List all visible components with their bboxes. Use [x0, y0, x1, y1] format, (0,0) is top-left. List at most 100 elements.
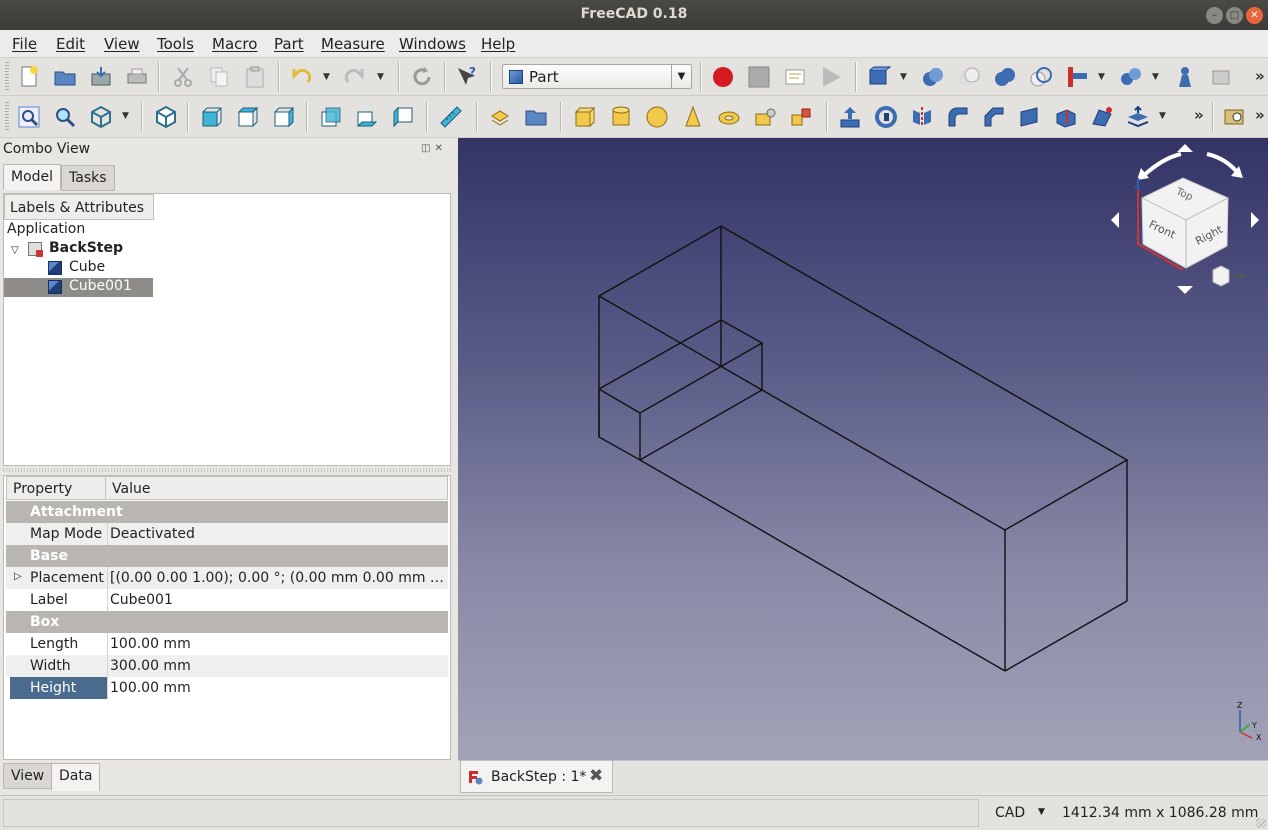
tree-item-cube[interactable]: Cube [48, 259, 158, 278]
new-document-icon[interactable] [16, 64, 42, 90]
view-isometric-icon[interactable] [153, 104, 179, 130]
part-primitives-icon[interactable] [866, 64, 892, 90]
sphere-icon[interactable] [644, 104, 670, 130]
paste-icon[interactable] [242, 64, 268, 90]
cut-icon[interactable] [170, 64, 196, 90]
panel-splitter[interactable] [3, 468, 451, 472]
value-column-header[interactable]: Value [105, 476, 448, 500]
redo-dropdown-icon[interactable]: ▼ [377, 72, 384, 82]
ruled-surface-icon[interactable] [1053, 104, 1079, 130]
refresh-icon[interactable] [409, 64, 435, 90]
common-icon[interactable] [1028, 64, 1054, 90]
menu-view[interactable]: View [104, 35, 140, 53]
tab-model[interactable]: Model [3, 164, 62, 190]
view-front-icon[interactable] [199, 104, 225, 130]
cube-icon[interactable] [572, 104, 598, 130]
maximize-button[interactable]: □ [1226, 7, 1243, 24]
view-right-icon[interactable] [271, 104, 297, 130]
toolbar-overflow-icon[interactable]: » [1255, 67, 1265, 85]
close-tab-icon[interactable]: ✖ [589, 766, 603, 786]
cylinder-icon[interactable] [608, 104, 634, 130]
fit-all-icon[interactable] [16, 104, 42, 130]
macro-run-icon[interactable] [818, 64, 844, 90]
join-features-icon[interactable] [1064, 64, 1090, 90]
save-document-icon[interactable] [88, 64, 114, 90]
draw-style-dropdown-icon[interactable]: ▼ [122, 111, 129, 121]
tab-view[interactable]: View [3, 763, 53, 789]
revolve-icon[interactable] [873, 104, 899, 130]
primitives-dropdown-icon[interactable]: ▼ [900, 72, 907, 82]
property-group-attachment[interactable]: Attachment [6, 501, 448, 523]
extrude-icon[interactable] [837, 104, 863, 130]
workbench-selector[interactable]: Part ▼ [502, 64, 692, 89]
redo-icon[interactable] [342, 64, 368, 90]
macro-edit-icon[interactable] [782, 64, 808, 90]
tube-icon[interactable] [752, 104, 778, 130]
measure-linear-icon[interactable] [1222, 104, 1248, 130]
mirror-icon[interactable] [909, 104, 935, 130]
copy-icon[interactable] [206, 64, 232, 90]
open-document-icon[interactable] [52, 64, 78, 90]
chamfer-icon[interactable] [981, 104, 1007, 130]
split-dropdown-icon[interactable]: ▼ [1152, 72, 1159, 82]
boolean-icon[interactable] [920, 64, 946, 90]
property-row-placement[interactable]: ▷ Placement [(0.00 0.00 1.00); 0.00 °; (… [6, 567, 448, 589]
tab-tasks[interactable]: Tasks [61, 165, 115, 191]
menu-macro[interactable]: Macro [212, 35, 257, 53]
tree-header[interactable]: Labels & Attributes [4, 194, 154, 220]
tree-root-application[interactable]: Application [7, 221, 85, 240]
draw-style-icon[interactable] [88, 104, 114, 130]
cut-shape-icon[interactable] [956, 64, 982, 90]
property-value[interactable]: 100.00 mm [110, 680, 446, 696]
navigation-style-dropdown-icon[interactable]: ▼ [1038, 807, 1045, 817]
dock-buttons[interactable]: ◫✕ [421, 143, 447, 154]
property-value[interactable]: Deactivated [110, 526, 446, 542]
property-row-height[interactable]: Height 100.00 mm [6, 677, 448, 699]
whats-this-icon[interactable]: ? [454, 64, 480, 90]
minimize-button[interactable]: – [1206, 7, 1223, 24]
toolbar-grip[interactable] [5, 102, 9, 132]
make-face-icon[interactable] [1017, 104, 1043, 130]
join-dropdown-icon[interactable]: ▼ [1098, 72, 1105, 82]
resize-grip[interactable] [1256, 818, 1266, 828]
menu-measure[interactable]: Measure [321, 35, 385, 53]
tree-item-cube001[interactable]: Cube001 [4, 278, 153, 297]
navigation-style[interactable]: CAD [995, 805, 1025, 821]
macro-record-icon[interactable] [710, 64, 736, 90]
menu-part[interactable]: Part [274, 35, 304, 53]
menu-tools[interactable]: Tools [157, 35, 194, 53]
property-row-map-mode[interactable]: Map Mode Deactivated [6, 523, 448, 545]
chevron-down-icon[interactable]: ▼ [671, 65, 691, 88]
measure-distance-icon[interactable] [438, 104, 464, 130]
create-part-icon[interactable] [487, 104, 513, 130]
view-bottom-icon[interactable] [354, 104, 380, 130]
property-column-header[interactable]: Property [6, 476, 106, 500]
toolbar-overflow-icon[interactable]: » [1194, 106, 1204, 124]
view-left-icon[interactable] [390, 104, 416, 130]
3d-viewport[interactable]: Z Top Front Right Z Y X [458, 138, 1268, 760]
loft-icon[interactable] [1089, 104, 1115, 130]
property-group-box[interactable]: Box [6, 611, 448, 633]
section-dropdown-icon[interactable]: ▼ [1159, 111, 1166, 121]
checkgeometry-icon[interactable] [1172, 64, 1198, 90]
toolbar-overflow-icon[interactable]: » [1255, 106, 1265, 124]
menu-windows[interactable]: Windows [399, 35, 466, 53]
split-icon[interactable] [1118, 64, 1144, 90]
property-row-label[interactable]: Label Cube001 [6, 589, 448, 611]
document-tab-backstep[interactable]: BackStep : 1* ✖ [460, 761, 613, 793]
expand-arrow-icon[interactable]: ▷ [14, 571, 22, 582]
fillet-icon[interactable] [945, 104, 971, 130]
create-group-icon[interactable] [523, 104, 549, 130]
property-value[interactable]: [(0.00 0.00 1.00); 0.00 °; (0.00 mm 0.00… [110, 570, 446, 586]
collapse-arrow-icon[interactable]: ▽ [11, 245, 19, 256]
menu-help[interactable]: Help [481, 35, 515, 53]
print-icon[interactable] [124, 64, 150, 90]
view-rear-icon[interactable] [318, 104, 344, 130]
property-group-base[interactable]: Base [6, 545, 448, 567]
property-row-length[interactable]: Length 100.00 mm [6, 633, 448, 655]
fuse-icon[interactable] [992, 64, 1018, 90]
menu-file[interactable]: File [12, 35, 37, 53]
close-window-button[interactable]: ✕ [1246, 7, 1263, 24]
undo-icon[interactable] [288, 64, 314, 90]
menu-edit[interactable]: Edit [56, 35, 85, 53]
